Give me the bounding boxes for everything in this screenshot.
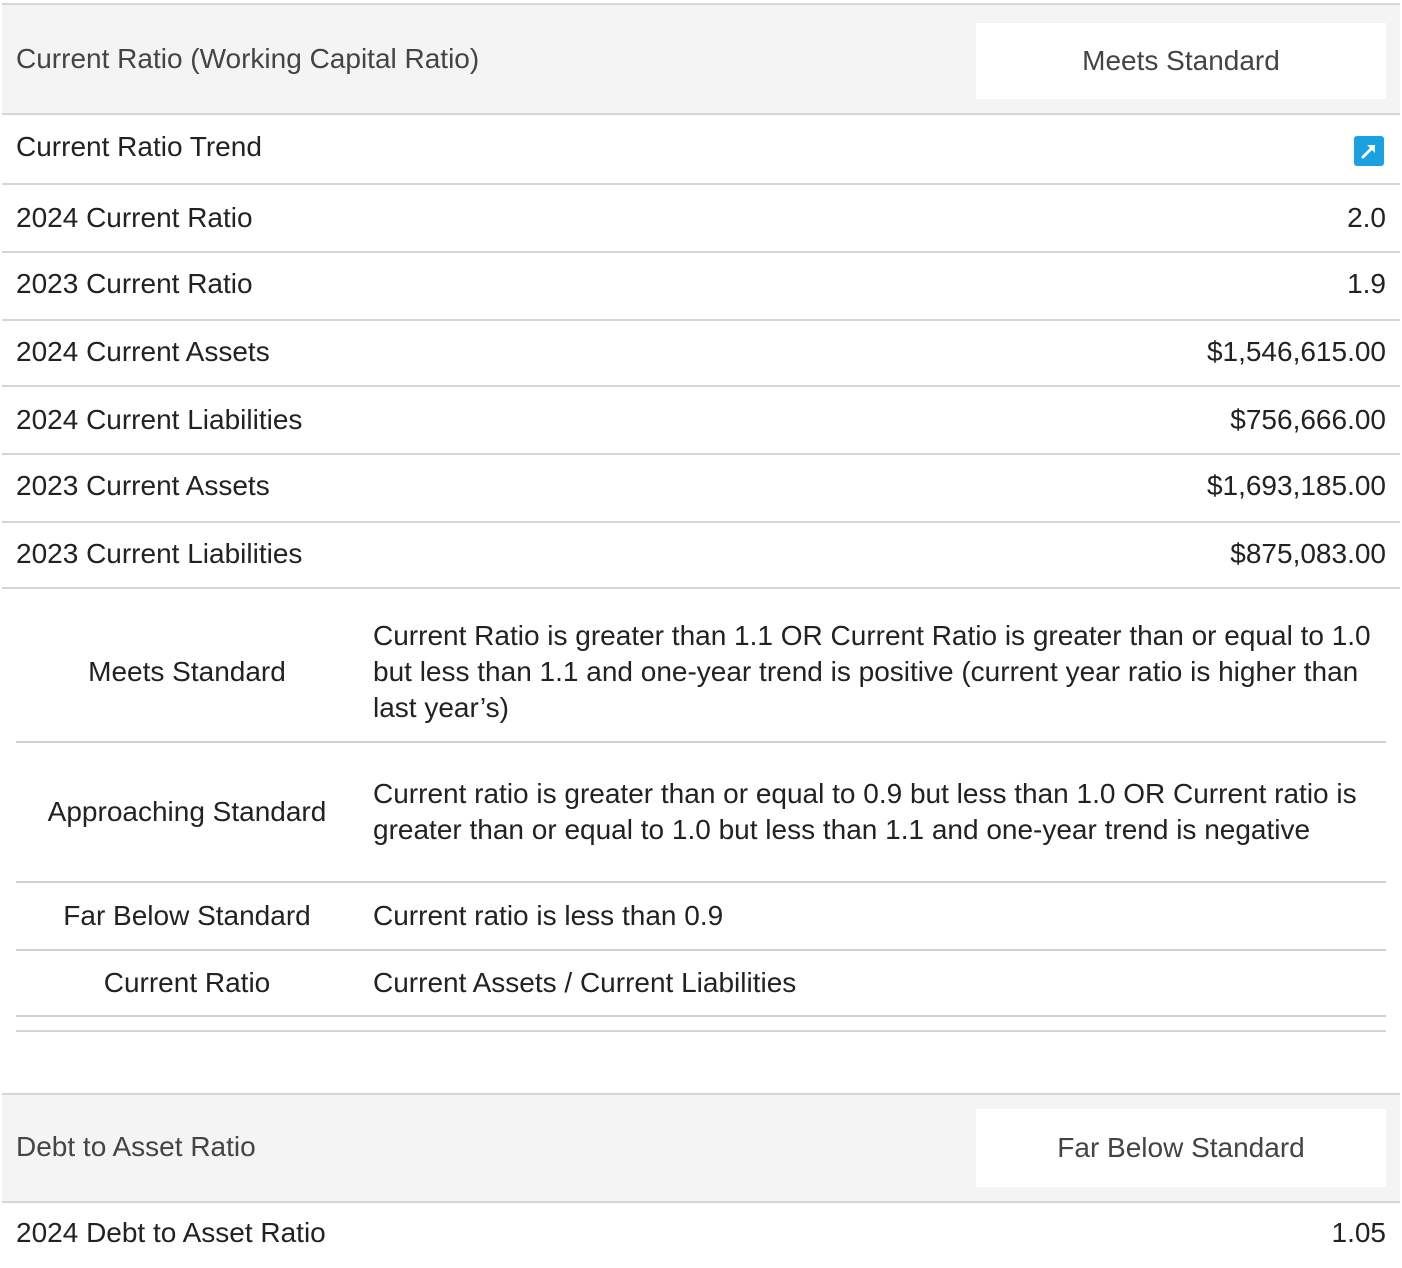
standard-name: Meets Standard xyxy=(88,656,286,687)
row-value: $875,083.00 xyxy=(1230,538,1386,569)
standard-description: Current Ratio is greater than 1.1 OR Cur… xyxy=(373,620,1371,723)
standard-row: Meets Standard Current Ratio is greater … xyxy=(16,603,1386,743)
table-row: 2024 Current Ratio 2.0 xyxy=(2,185,1400,253)
row-label: 2023 Current Liabilities xyxy=(16,538,303,569)
status-badge: Far Below Standard xyxy=(976,1109,1386,1187)
standard-name: Current Ratio xyxy=(103,967,271,998)
standard-row: Current Ratio Current Assets / Current L… xyxy=(16,951,1386,1017)
table-row: 2023 Current Ratio 1.9 xyxy=(2,253,1400,321)
standard-name: Far Below Standard xyxy=(63,900,311,931)
standard-description: Current ratio is less than 0.9 xyxy=(373,900,724,931)
row-label: 2024 Current Assets xyxy=(16,336,270,367)
standard-description: Current ratio is greater than or equal t… xyxy=(373,778,1357,845)
current-ratio-header: Current Ratio (Working Capital Ratio) Me… xyxy=(2,3,1400,115)
standard-row: Far Below Standard Current ratio is less… xyxy=(16,883,1386,951)
trend-row: Current Ratio Trend xyxy=(2,115,1400,185)
section-title: Current Ratio (Working Capital Ratio) xyxy=(16,43,480,74)
table-row: 2024 Current Assets $1,546,615.00 xyxy=(2,321,1400,387)
row-value: 2.0 xyxy=(1347,202,1386,233)
row-label: 2024 Debt to Asset Ratio xyxy=(16,1217,326,1248)
standard-row: Approaching Standard Current ratio is gr… xyxy=(16,743,1386,883)
trend-up-icon[interactable] xyxy=(1354,136,1384,166)
row-label: 2023 Current Ratio xyxy=(16,268,253,299)
trend-label: Current Ratio Trend xyxy=(16,131,262,162)
row-label: 2024 Current Ratio xyxy=(16,202,253,233)
standard-description: Current Assets / Current Liabilities xyxy=(373,967,797,998)
debt-ratio-header: Debt to Asset Ratio Far Below Standard xyxy=(2,1093,1400,1203)
status-badge-label: Meets Standard xyxy=(1082,45,1280,76)
row-value: $1,693,185.00 xyxy=(1206,470,1386,501)
standard-name: Approaching Standard xyxy=(47,796,327,827)
row-value: 1.9 xyxy=(1347,268,1386,299)
row-value: $1,546,615.00 xyxy=(1206,336,1386,367)
row-value: 1.05 xyxy=(1331,1217,1387,1248)
table-row: 2023 Current Liabilities $875,083.00 xyxy=(2,523,1400,589)
row-label: 2024 Current Liabilities xyxy=(16,404,303,435)
status-badge-label: Far Below Standard xyxy=(1057,1132,1305,1163)
table-row: 2024 Debt to Asset Ratio 1.05 xyxy=(2,1203,1400,1265)
row-value: $756,666.00 xyxy=(1230,404,1386,435)
status-badge: Meets Standard xyxy=(976,23,1386,99)
table-row: 2024 Current Liabilities $756,666.00 xyxy=(2,387,1400,455)
table-row: 2023 Current Assets $1,693,185.00 xyxy=(2,455,1400,523)
row-label: 2023 Current Assets xyxy=(16,470,270,501)
section-title: Debt to Asset Ratio xyxy=(16,1131,256,1162)
standards-bottom-divider xyxy=(16,1030,1386,1032)
